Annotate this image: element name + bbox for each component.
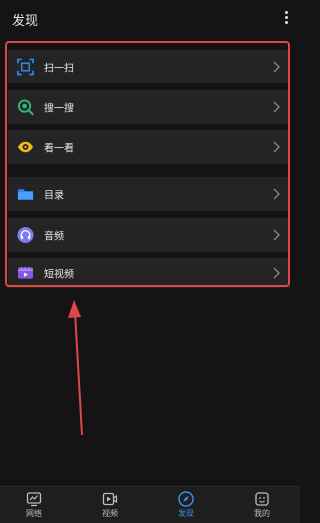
- video-icon: [102, 492, 118, 506]
- compass-icon: [178, 491, 194, 507]
- bottom-tab-bar: 网络 视频 发现 我的: [0, 486, 300, 523]
- tab-mine[interactable]: 我的: [232, 489, 292, 519]
- tab-network[interactable]: 网络: [4, 489, 64, 519]
- tab-label: 网络: [26, 509, 42, 518]
- tab-discover[interactable]: 发现: [156, 489, 216, 519]
- more-vertical-icon[interactable]: [280, 10, 292, 26]
- tab-label: 发现: [178, 509, 194, 518]
- tab-label: 我的: [254, 509, 270, 518]
- highlight-box: [5, 41, 290, 287]
- tab-label: 视频: [102, 509, 118, 518]
- page-title: 发现: [12, 14, 39, 29]
- profile-icon: [255, 492, 269, 506]
- app-bar: 发现: [0, 0, 300, 38]
- tab-video[interactable]: 视频: [80, 489, 140, 519]
- network-icon: [26, 492, 42, 507]
